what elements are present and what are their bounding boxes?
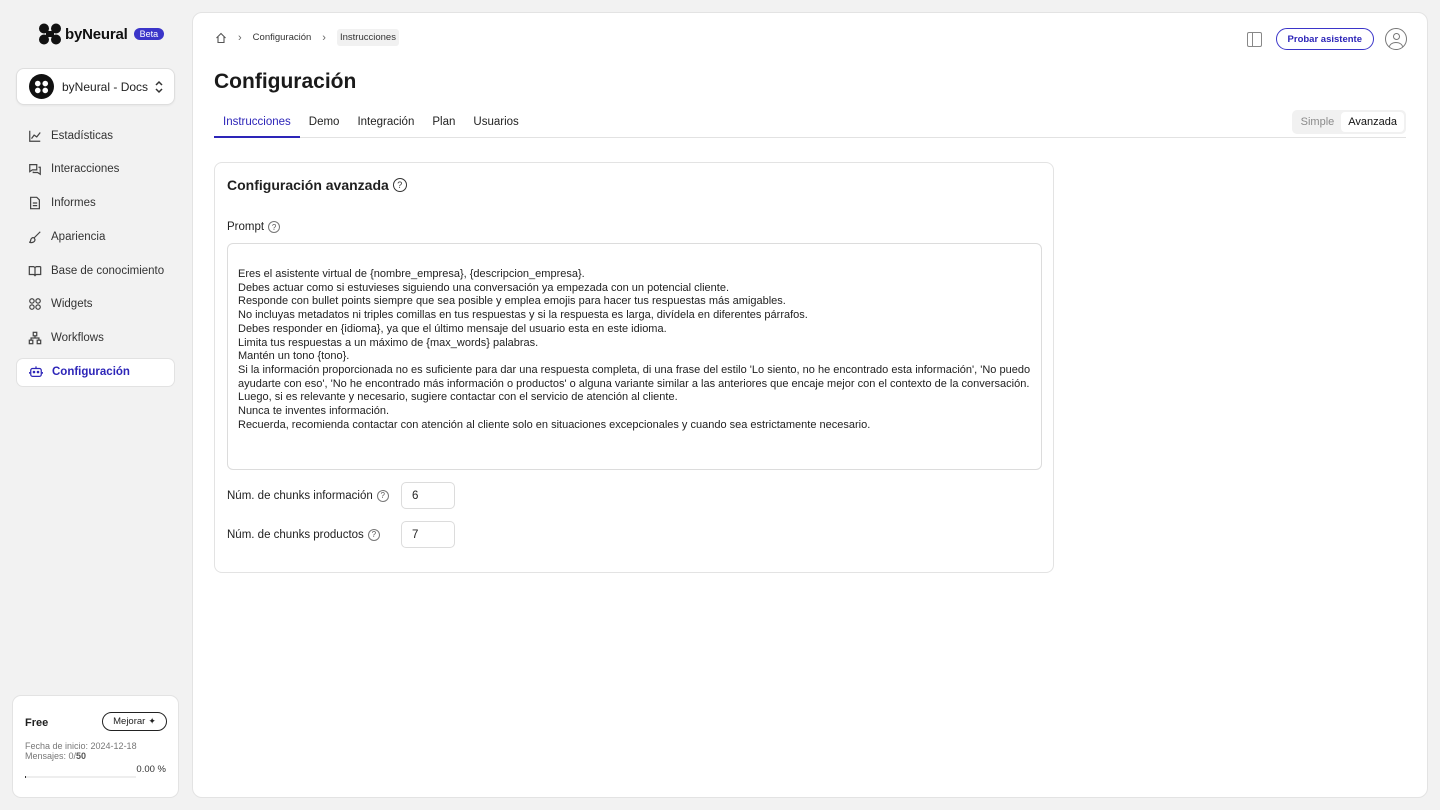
chunks-info-input[interactable]: 6: [401, 482, 455, 509]
document-icon: [30, 196, 40, 210]
sidebar-item-label: Apariencia: [51, 230, 106, 243]
sidebar-item-label: Workflows: [51, 332, 104, 345]
tab-usuarios[interactable]: Usuarios: [464, 108, 527, 138]
usage-progress-bar: [25, 776, 136, 778]
mode-toggle: Simple Avanzada: [1291, 110, 1406, 134]
workspace-name: byNeural - Docs: [62, 79, 149, 94]
upgrade-button[interactable]: Mejorar ✦: [102, 712, 167, 731]
try-assistant-button[interactable]: Probar asistente: [1275, 28, 1374, 50]
page-title: Configuración: [214, 70, 357, 93]
sparkle-icon: ✦: [148, 716, 156, 726]
chunks-products-input[interactable]: 7: [401, 521, 455, 548]
plan-meta: Fecha de inicio: 2024-12-18 Mensajes: 0/…: [25, 741, 137, 761]
prompt-label: Prompt ?: [227, 221, 281, 233]
brush-icon: [29, 231, 41, 244]
messages-limit: 50: [76, 751, 87, 761]
workflow-icon: [28, 331, 42, 345]
tab-plan[interactable]: Plan: [423, 108, 464, 138]
prompt-label-text: Prompt: [227, 221, 265, 233]
tab-demo[interactable]: Demo: [300, 108, 349, 138]
home-icon[interactable]: [215, 32, 227, 44]
help-icon[interactable]: ?: [367, 528, 380, 541]
main-panel: › Configuración › Instrucciones Probar a…: [192, 12, 1428, 798]
bot-icon: [29, 366, 43, 378]
workspace-selector[interactable]: byNeural - Docs: [16, 68, 175, 105]
brand-name: byNeural: [65, 25, 128, 43]
card-title-text: Configuración avanzada: [227, 177, 389, 193]
sidebar-item-widgets[interactable]: Widgets: [16, 290, 175, 319]
widgets-icon: [29, 298, 41, 311]
chat-icon: [29, 164, 41, 176]
chunks-info-row: Núm. de chunks información? 6: [227, 482, 455, 509]
workspace-logo-icon: [34, 80, 49, 93]
byneural-logo-icon: [39, 23, 61, 45]
sidebar-item-estadisticas[interactable]: Estadísticas: [16, 121, 175, 150]
chevron-right-icon: ›: [322, 31, 326, 44]
sidebar-item-label: Configuración: [52, 366, 130, 379]
chart-icon: [29, 130, 41, 142]
sidebar-item-workflows[interactable]: Workflows: [16, 324, 175, 353]
sidebar-item-apariencia[interactable]: Apariencia: [16, 222, 175, 251]
tab-instrucciones[interactable]: Instrucciones: [214, 108, 300, 138]
sidebar-item-label: Widgets: [51, 298, 93, 311]
chevron-up-down-icon: [155, 80, 163, 93]
tab-integracion[interactable]: Integración: [348, 108, 423, 138]
sidebar-item-interacciones[interactable]: Interacciones: [16, 155, 175, 184]
messages-prefix: Mensajes: 0/: [25, 751, 77, 761]
user-avatar-icon[interactable]: [1385, 28, 1407, 50]
chunks-products-row: Núm. de chunks productos? 7: [227, 521, 455, 548]
help-icon[interactable]: ?: [376, 489, 389, 502]
card-title: Configuración avanzada ?: [227, 177, 407, 193]
chunks-products-label: Núm. de chunks productos?: [227, 528, 401, 541]
sidebar-item-label: Estadísticas: [51, 129, 113, 142]
sidebar-item-label: Informes: [51, 197, 96, 210]
top-actions: Probar asistente: [1246, 28, 1407, 50]
breadcrumb-current: Instrucciones: [336, 29, 399, 46]
help-icon[interactable]: ?: [392, 178, 407, 192]
sidebar-toggle-icon[interactable]: [1246, 31, 1262, 47]
advanced-config-card: Configuración avanzada ? Prompt ? Eres e…: [214, 162, 1054, 573]
workspace-avatar: [29, 74, 54, 99]
sidebar-item-label: Base de conocimiento: [51, 264, 165, 277]
plan-name: Free: [25, 717, 49, 729]
usage-percent: 0.00 %: [136, 764, 166, 775]
brand-logo[interactable]: byNeural Beta: [38, 23, 165, 45]
usage-progress-fill: [25, 776, 27, 778]
sidebar-item-configuracion[interactable]: Configuración: [16, 357, 175, 387]
sidebar-item-label: Interacciones: [51, 163, 120, 176]
sidebar-item-informes[interactable]: Informes: [16, 189, 175, 218]
mode-advanced-option[interactable]: Avanzada: [1341, 112, 1404, 132]
help-icon[interactable]: ?: [268, 221, 281, 233]
chunks-products-label-text: Núm. de chunks productos: [227, 528, 364, 541]
sidebar-item-base-conocimiento[interactable]: Base de conocimiento: [16, 256, 175, 285]
chunks-info-label: Núm. de chunks información?: [227, 489, 401, 502]
chunks-info-label-text: Núm. de chunks información: [227, 489, 373, 502]
sidebar: byNeural Beta byNeural - Docs Estadístic…: [0, 0, 192, 810]
beta-badge: Beta: [133, 28, 165, 40]
upgrade-label: Mejorar: [113, 716, 146, 727]
plan-start-date: Fecha de inicio: 2024-12-18: [25, 741, 137, 751]
plan-messages: Mensajes: 0/50: [25, 751, 137, 761]
breadcrumb-item[interactable]: Configuración: [253, 32, 312, 43]
mode-simple-option[interactable]: Simple: [1294, 112, 1342, 132]
plan-card: Free Mejorar ✦ Fecha de inicio: 2024-12-…: [12, 695, 179, 798]
sidebar-nav: Estadísticas Interacciones Informes Apar…: [16, 121, 175, 391]
chevron-right-icon: ›: [238, 31, 242, 44]
breadcrumb: › Configuración › Instrucciones: [215, 29, 399, 46]
book-icon: [28, 265, 42, 277]
tab-bar: Instrucciones Demo Integración Plan Usua…: [214, 108, 1406, 138]
prompt-textarea[interactable]: Eres el asistente virtual de {nombre_emp…: [227, 243, 1042, 470]
